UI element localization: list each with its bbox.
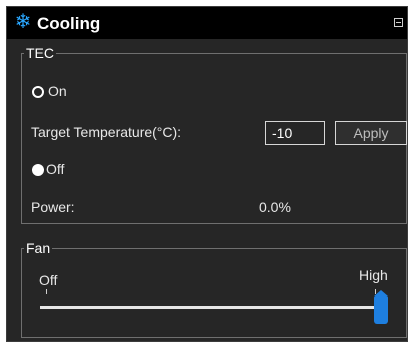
fan-legend: Fan [26, 240, 51, 256]
tec-legend: TEC [26, 45, 54, 61]
tec-on-radio[interactable] [32, 86, 44, 98]
tec-off-radio[interactable] [32, 164, 44, 176]
target-temperature-label: Target Temperature(°C): [31, 124, 182, 140]
fan-high-label: High [359, 267, 388, 283]
fan-group: Fan Off High [21, 240, 407, 338]
tec-group: TEC On Target Temperature(°C): Apply Off… [21, 45, 407, 224]
snowflake-icon: ❄ [14, 11, 32, 33]
tec-on-label: On [48, 83, 67, 99]
target-temperature-input[interactable] [265, 121, 325, 145]
cooling-panel: ❄ Cooling TEC On Target Temperature(°C):… [6, 6, 408, 342]
power-label: Power: [31, 199, 75, 215]
tec-off-label: Off [46, 161, 65, 177]
fan-slider-thumb[interactable] [374, 290, 388, 324]
fan-slider-track[interactable] [40, 306, 383, 309]
collapse-icon[interactable] [394, 18, 403, 27]
power-value: 0.0% [259, 199, 291, 215]
fan-off-label: Off [39, 272, 58, 288]
apply-button[interactable]: Apply [335, 121, 407, 145]
fan-slider-tick-min [46, 289, 47, 294]
panel-titlebar: ❄ Cooling [7, 7, 407, 39]
panel-title: Cooling [37, 14, 101, 33]
